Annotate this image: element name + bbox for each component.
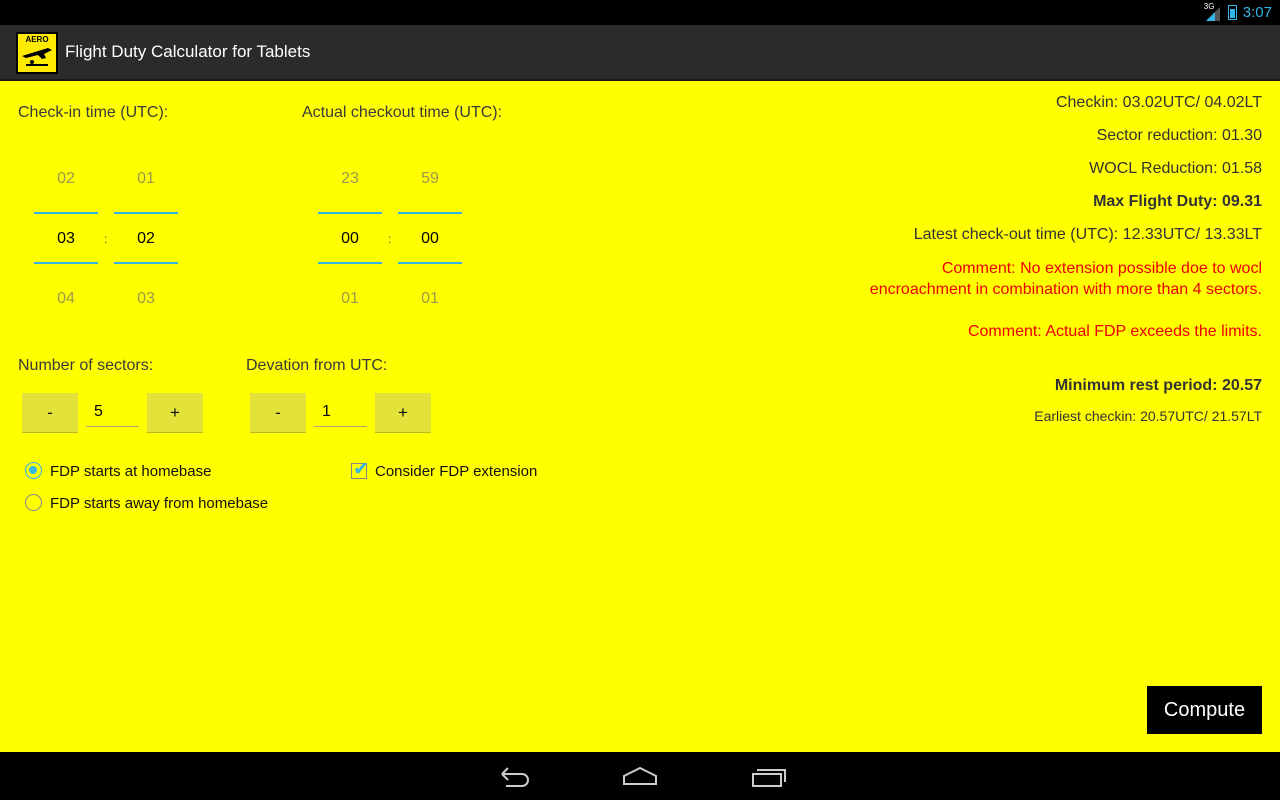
status-clock: 3:07 bbox=[1242, 4, 1272, 21]
radio-homebase-label[interactable]: FDP starts at homebase bbox=[50, 463, 211, 480]
checkin-label: Check-in time (UTC): bbox=[18, 104, 169, 121]
picker-divider bbox=[398, 212, 462, 214]
checkin-minute-value[interactable]: 02 bbox=[114, 230, 178, 248]
picker-divider bbox=[398, 262, 462, 264]
signal-icon: 3G bbox=[1204, 2, 1222, 22]
radio-away-label[interactable]: FDP starts away from homebase bbox=[50, 495, 268, 512]
result-latest-checkout: Latest check-out time (UTC): 12.33UTC/ 1… bbox=[913, 226, 1262, 243]
picker-divider bbox=[114, 262, 178, 264]
picker-divider bbox=[114, 212, 178, 214]
recent-apps-icon[interactable] bbox=[749, 762, 789, 790]
main-content: Check-in time (UTC): 02 03 04 : 01 02 03… bbox=[0, 81, 1280, 752]
checkin-hour-value[interactable]: 03 bbox=[34, 230, 98, 248]
time-separator: : bbox=[388, 232, 392, 246]
deviation-decrement-button[interactable]: - bbox=[250, 393, 306, 433]
checkin-minute-prev[interactable]: 01 bbox=[114, 170, 178, 188]
sectors-increment-button[interactable]: + bbox=[147, 393, 203, 433]
action-bar: AERO Flight Duty Calculator for Tablets bbox=[0, 25, 1280, 81]
checkmark-icon: ✔ bbox=[353, 458, 369, 480]
result-max-flight-duty: Max Flight Duty: 09.31 bbox=[1093, 193, 1262, 210]
picker-divider bbox=[34, 262, 98, 264]
sectors-input[interactable]: 5 bbox=[86, 399, 139, 427]
checkbox-fdp-extension-label[interactable]: Consider FDP extension bbox=[375, 463, 537, 480]
checkout-minute-prev[interactable]: 59 bbox=[398, 170, 462, 188]
time-separator: : bbox=[104, 232, 108, 246]
status-bar: 3G 3:07 bbox=[0, 0, 1280, 25]
sectors-label: Number of sectors: bbox=[18, 357, 154, 374]
checkout-hour-value[interactable]: 00 bbox=[318, 230, 382, 248]
result-wocl-reduction: WOCL Reduction: 01.58 bbox=[1089, 160, 1262, 177]
deviation-label: Devation from UTC: bbox=[246, 357, 388, 374]
deviation-increment-button[interactable]: + bbox=[375, 393, 431, 433]
checkbox-indicator[interactable]: ✔ bbox=[351, 458, 369, 480]
battery-icon bbox=[1227, 5, 1237, 20]
checkout-minute-value[interactable]: 00 bbox=[398, 230, 462, 248]
sectors-decrement-button[interactable]: - bbox=[22, 393, 78, 433]
result-sector-reduction: Sector reduction: 01.30 bbox=[1096, 127, 1262, 144]
picker-divider bbox=[318, 212, 382, 214]
checkout-hour-prev[interactable]: 23 bbox=[318, 170, 382, 188]
radio-away-indicator[interactable] bbox=[25, 494, 42, 511]
result-min-rest: Minimum rest period: 20.57 bbox=[1054, 377, 1262, 394]
checkin-minute-next[interactable]: 03 bbox=[114, 290, 178, 308]
navigation-bar bbox=[0, 752, 1280, 800]
checkout-minute-next[interactable]: 01 bbox=[398, 290, 462, 308]
app-title: Flight Duty Calculator for Tablets bbox=[65, 42, 311, 61]
checkout-hour-next[interactable]: 01 bbox=[318, 290, 382, 308]
comment-wocl: Comment: No extension possible doe to wo… bbox=[869, 260, 1262, 298]
result-checkin: Checkin: 03.02UTC/ 04.02LT bbox=[1055, 94, 1262, 111]
result-earliest-checkin: Earliest checkin: 20.57UTC/ 21.57LT bbox=[1034, 408, 1262, 424]
deviation-input[interactable]: 1 bbox=[314, 399, 367, 427]
picker-divider bbox=[318, 262, 382, 264]
home-icon[interactable] bbox=[620, 762, 660, 790]
compute-button[interactable]: Compute bbox=[1147, 686, 1262, 734]
checkin-hour-prev[interactable]: 02 bbox=[34, 170, 98, 188]
app-logo: AERO bbox=[16, 32, 58, 74]
checkout-label: Actual checkout time (UTC): bbox=[302, 104, 503, 121]
picker-divider bbox=[34, 212, 98, 214]
checkin-hour-next[interactable]: 04 bbox=[34, 290, 98, 308]
comment-fdp-exceeds: Comment: Actual FDP exceeds the limits. bbox=[967, 323, 1262, 340]
back-icon[interactable] bbox=[492, 762, 532, 790]
radio-homebase-indicator[interactable] bbox=[25, 462, 42, 479]
